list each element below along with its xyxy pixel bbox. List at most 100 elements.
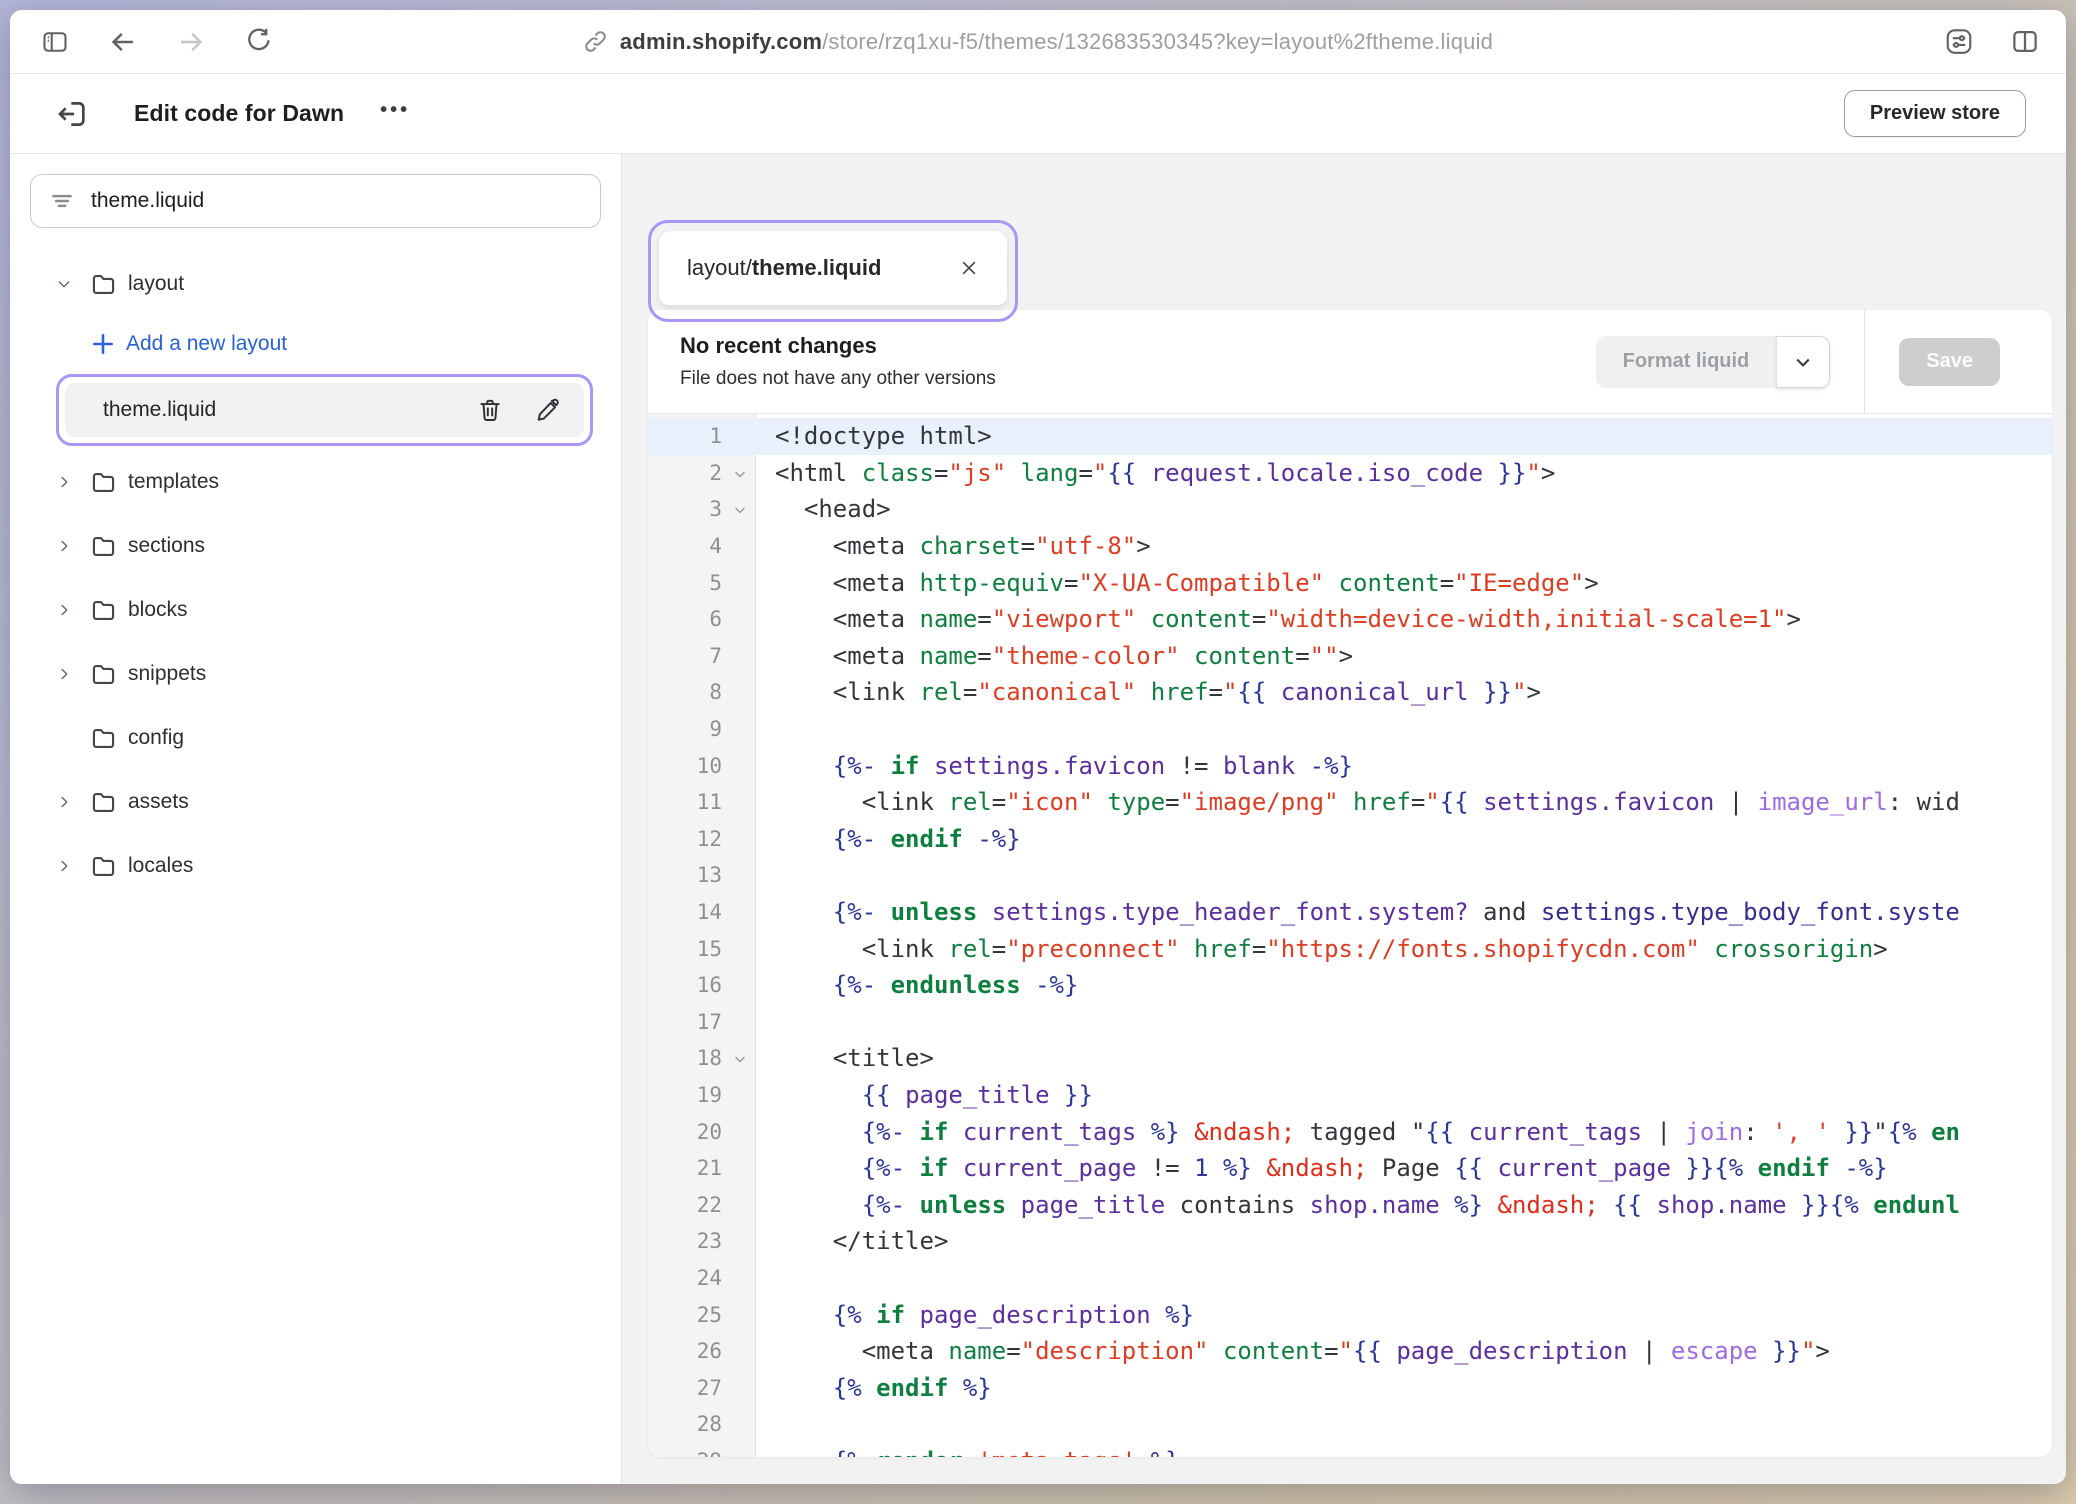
rename-file-icon[interactable]: [534, 396, 562, 424]
line-number: 1: [648, 424, 756, 448]
code-line-11[interactable]: 11 <link rel="icon" type="image/png" hre…: [648, 784, 2052, 821]
chevron-down-icon[interactable]: [56, 276, 90, 292]
line-number: 5: [648, 571, 756, 595]
sidebar-item-config[interactable]: config: [30, 706, 601, 770]
line-number: 2: [648, 461, 756, 485]
folder-label: snippets: [128, 662, 206, 686]
editor-pane: layout/theme.liquid No recent changes Fi…: [622, 154, 2066, 1484]
tab-close-icon[interactable]: [959, 258, 979, 278]
reload-icon[interactable]: [244, 27, 274, 57]
code-line-22[interactable]: 22 {%- unless page_title contains shop.n…: [648, 1186, 2052, 1223]
save-button[interactable]: Save: [1899, 338, 2000, 386]
sidebar-item-sections[interactable]: sections: [30, 514, 601, 578]
tab-strip: layout/theme.liquid: [648, 154, 2052, 310]
code-line-16[interactable]: 16 {%- endunless -%}: [648, 967, 2052, 1004]
code-line-7[interactable]: 7 <meta name="theme-color" content="">: [648, 638, 2052, 675]
folder-icon: [90, 533, 128, 560]
sidebar-item-locales[interactable]: locales: [30, 834, 601, 898]
status-title: No recent changes: [680, 333, 996, 359]
fold-chevron-icon[interactable]: [733, 504, 747, 518]
browser-window: admin.shopify.com/store/rzq1xu-f5/themes…: [10, 10, 2066, 1484]
folder-label: templates: [128, 470, 219, 494]
fold-chevron-icon[interactable]: [733, 1053, 747, 1067]
code-text: {% endif %}: [756, 1374, 992, 1402]
folder-icon: [90, 469, 128, 496]
code-line-27[interactable]: 27 {% endif %}: [648, 1369, 2052, 1406]
line-number: 12: [648, 827, 756, 851]
line-number: 20: [648, 1120, 756, 1144]
line-number: 24: [648, 1266, 756, 1290]
chevron-right-icon[interactable]: [56, 538, 90, 554]
code-line-8[interactable]: 8 <link rel="canonical" href="{{ canonic…: [648, 674, 2052, 711]
code-line-28[interactable]: 28: [648, 1406, 2052, 1443]
code-line-15[interactable]: 15 <link rel="preconnect" href="https://…: [648, 930, 2052, 967]
tab-layout-theme-liquid[interactable]: layout/theme.liquid: [659, 231, 1007, 305]
delete-file-icon[interactable]: [476, 396, 504, 424]
code-line-17[interactable]: 17: [648, 1004, 2052, 1041]
format-liquid-button[interactable]: Format liquid: [1596, 336, 1777, 388]
address-bar[interactable]: admin.shopify.com/store/rzq1xu-f5/themes…: [583, 29, 1493, 55]
code-line-2[interactable]: 2<html class="js" lang="{{ request.local…: [648, 455, 2052, 492]
sidebar-item-theme-liquid[interactable]: theme.liquid: [65, 383, 584, 437]
code-line-14[interactable]: 14 {%- unless settings.type_header_font.…: [648, 894, 2052, 931]
filter-icon: [49, 188, 75, 214]
code-line-1[interactable]: 1<!doctype html>: [648, 418, 2052, 455]
code-line-23[interactable]: 23 </title>: [648, 1223, 2052, 1260]
folder-label: sections: [128, 534, 205, 558]
code-line-12[interactable]: 12 {%- endif -%}: [648, 821, 2052, 858]
line-number: 17: [648, 1010, 756, 1034]
code-text: <html class="js" lang="{{ request.locale…: [756, 459, 1555, 487]
code-line-29[interactable]: 29 {% render 'meta-tags' %}: [648, 1443, 2052, 1457]
code-line-21[interactable]: 21 {%- if current_page != 1 %} &ndash; P…: [648, 1150, 2052, 1187]
exit-editor-icon[interactable]: [52, 94, 92, 134]
line-number: 25: [648, 1303, 756, 1327]
sidebar-toggle-icon[interactable]: [40, 27, 70, 57]
add-new-layout-button[interactable]: Add a new layout: [30, 316, 601, 372]
chevron-right-icon[interactable]: [56, 858, 90, 874]
line-number: 29: [648, 1449, 756, 1457]
sidebar-item-templates[interactable]: templates: [30, 450, 601, 514]
code-text: {% render 'meta-tags' %}: [756, 1447, 1180, 1457]
chevron-right-icon[interactable]: [56, 602, 90, 618]
folder-label: layout: [128, 272, 184, 296]
code-line-3[interactable]: 3 <head>: [648, 491, 2052, 528]
split-view-icon[interactable]: [2010, 27, 2040, 57]
code-line-13[interactable]: 13: [648, 857, 2052, 894]
line-number: 8: [648, 680, 756, 704]
code-line-18[interactable]: 18 <title>: [648, 1040, 2052, 1077]
sidebar-item-snippets[interactable]: snippets: [30, 642, 601, 706]
code-line-26[interactable]: 26 <meta name="description" content="{{ …: [648, 1333, 2052, 1370]
code-line-10[interactable]: 10 {%- if settings.favicon != blank -%}: [648, 747, 2052, 784]
fold-chevron-icon[interactable]: [733, 467, 747, 481]
folder-icon: [90, 789, 128, 816]
chevron-right-icon[interactable]: [56, 666, 90, 682]
code-text: <meta name="theme-color" content="">: [756, 642, 1353, 670]
url-text: admin.shopify.com/store/rzq1xu-f5/themes…: [620, 29, 1493, 55]
header-divider: [1864, 310, 1865, 414]
code-line-25[interactable]: 25 {% if page_description %}: [648, 1296, 2052, 1333]
folder-label: blocks: [128, 598, 188, 622]
code-line-5[interactable]: 5 <meta http-equiv="X-UA-Compatible" con…: [648, 564, 2052, 601]
code-editor[interactable]: 1<!doctype html>2<html class="js" lang="…: [648, 414, 2052, 1457]
code-line-19[interactable]: 19 {{ page_title }}: [648, 1077, 2052, 1114]
preview-store-button[interactable]: Preview store: [1844, 90, 2026, 137]
sidebar-item-layout[interactable]: layout: [30, 252, 601, 316]
code-line-9[interactable]: 9: [648, 711, 2052, 748]
sidebar-item-blocks[interactable]: blocks: [30, 578, 601, 642]
code-text: <!doctype html>: [756, 422, 992, 450]
format-liquid-dropdown[interactable]: [1776, 336, 1830, 388]
file-search-input[interactable]: theme.liquid: [30, 174, 601, 228]
code-line-6[interactable]: 6 <meta name="viewport" content="width=d…: [648, 601, 2052, 638]
chevron-right-icon[interactable]: [56, 474, 90, 490]
code-line-20[interactable]: 20 {%- if current_tags %} &ndash; tagged…: [648, 1113, 2052, 1150]
page-settings-icon[interactable]: [1944, 27, 1974, 57]
code-line-4[interactable]: 4 <meta charset="utf-8">: [648, 528, 2052, 565]
code-text: {%- if settings.favicon != blank -%}: [756, 752, 1353, 780]
back-icon[interactable]: [108, 27, 138, 57]
more-actions-button[interactable]: •••: [380, 99, 410, 128]
folder-label: assets: [128, 790, 189, 814]
code-line-24[interactable]: 24: [648, 1260, 2052, 1297]
sidebar-item-assets[interactable]: assets: [30, 770, 601, 834]
chevron-right-icon[interactable]: [56, 794, 90, 810]
page-title: Edit code for Dawn: [134, 100, 344, 127]
